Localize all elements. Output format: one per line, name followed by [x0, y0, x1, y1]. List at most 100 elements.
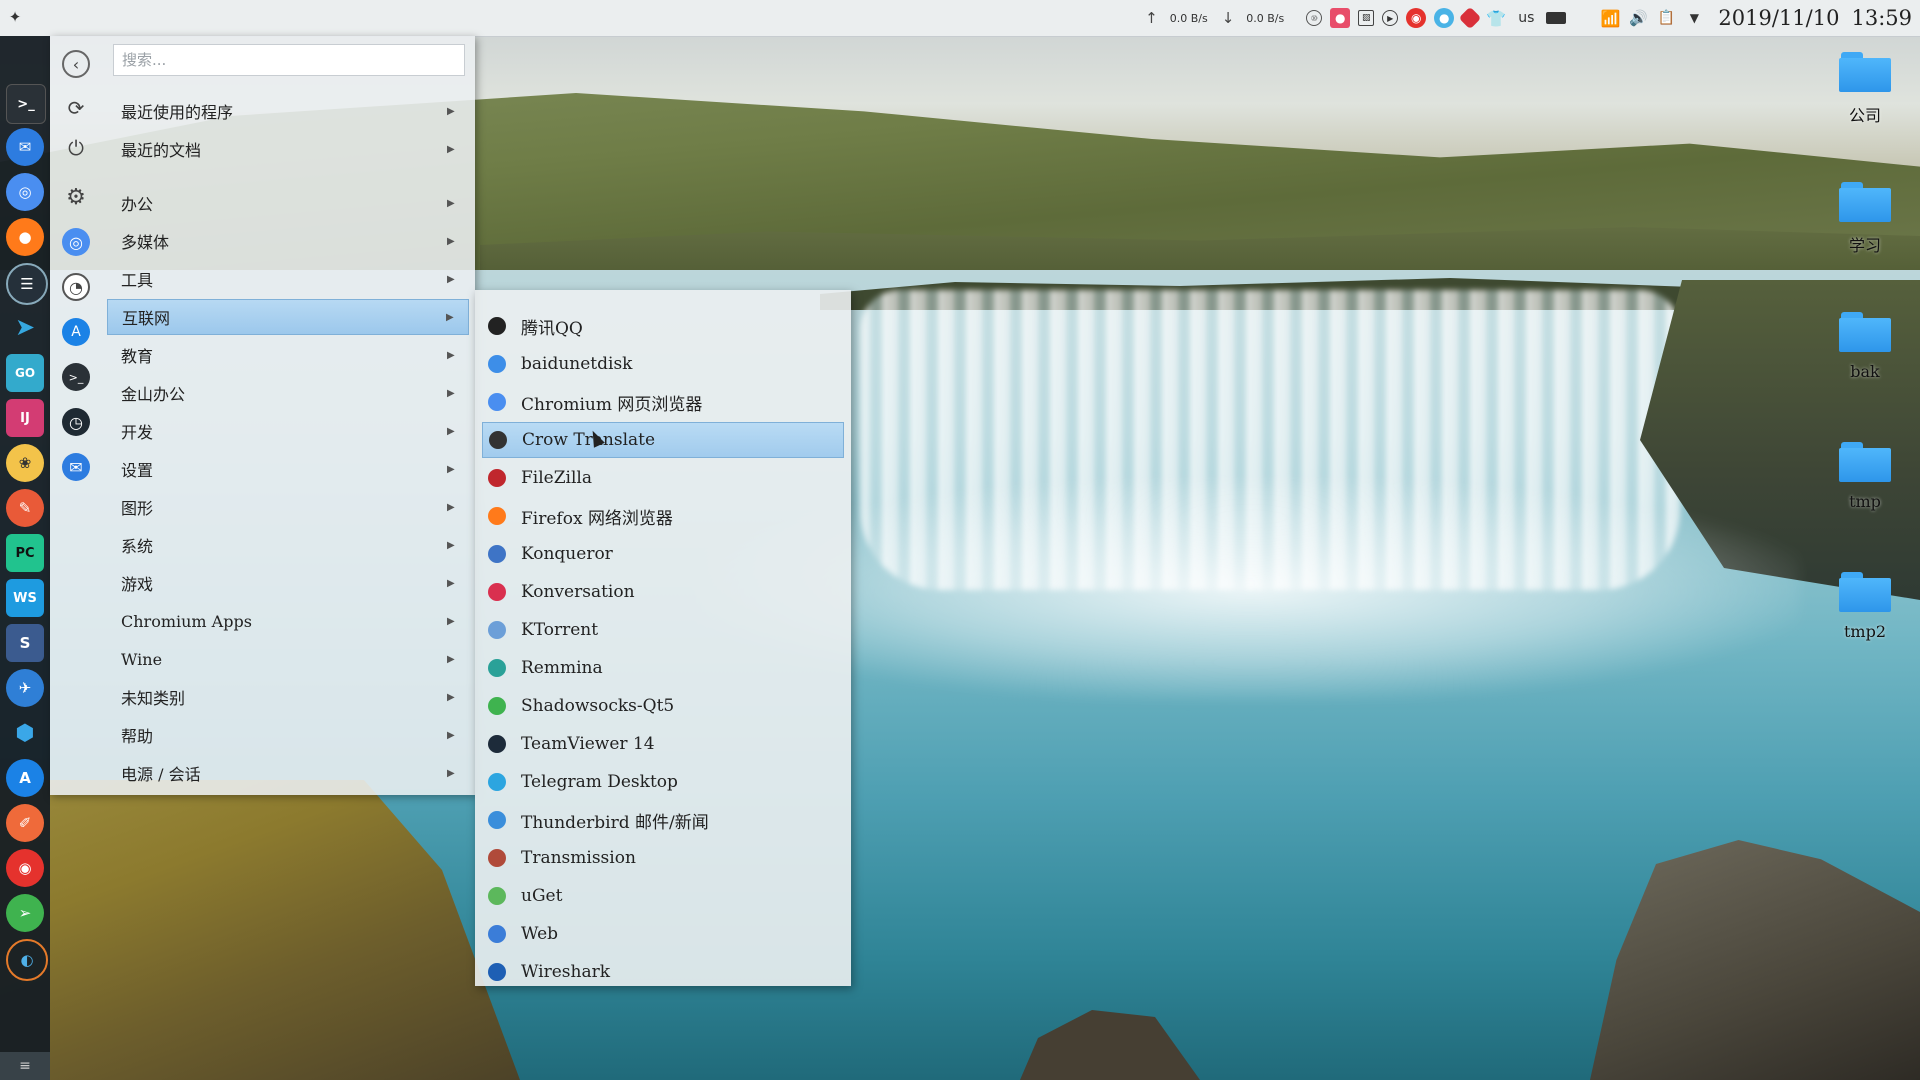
image-viewer-icon[interactable]: ▨ [1358, 10, 1375, 26]
netease-music-icon[interactable]: ◉ [1406, 8, 1427, 28]
desktop-folder[interactable]: tmp [1820, 442, 1910, 511]
refresh-icon[interactable]: ⟳ [62, 94, 90, 122]
chromium-icon[interactable]: ◎ [6, 173, 44, 211]
intellij-icon[interactable]: IJ [6, 399, 44, 437]
chevron-right-icon: ▶ [447, 615, 455, 627]
app-item[interactable]: baidunetdisk [482, 346, 844, 382]
app-item[interactable]: Transmission [482, 840, 844, 876]
category-item[interactable]: 电源 / 会话 ▶ [107, 755, 469, 791]
shirt-tray-icon[interactable]: 👕 [1486, 8, 1506, 28]
category-label: 图形 [121, 499, 154, 518]
category-item[interactable]: 帮助 ▶ [107, 717, 469, 753]
editor-icon[interactable]: ✐ [6, 804, 44, 842]
desktop-folder[interactable]: tmp2 [1820, 572, 1910, 641]
media-player-icon[interactable]: ▶ [1382, 10, 1399, 26]
messenger-tray-icon[interactable]: ● [1434, 8, 1455, 28]
tray-expand-icon[interactable]: ▼ [1684, 8, 1704, 28]
browser-icon[interactable]: ☰ [6, 263, 48, 305]
app-item[interactable]: Thunderbird 邮件/新闻 [482, 802, 844, 838]
system-tray: ↑ 0.0 B/s ↓ 0.0 B/s ⑩ ● ▨ ▶ ◉ ● 👕 us 📶 🔊… [1131, 0, 1920, 36]
app-store-icon[interactable]: A [62, 318, 90, 346]
terminal-icon[interactable]: >_ [6, 84, 46, 124]
app-store-icon[interactable]: A [6, 759, 44, 797]
settings-icon[interactable]: ⚙ [62, 183, 90, 211]
desktop-folder[interactable]: 学习 [1820, 182, 1910, 256]
goland-icon[interactable]: GO [6, 354, 44, 392]
app-item[interactable]: Crow Translate [482, 422, 844, 458]
safari-style-browser-icon[interactable]: ✈ [6, 669, 44, 707]
app-label: Web [521, 924, 559, 944]
back-icon[interactable]: ‹ [62, 50, 90, 78]
netease-music-icon[interactable]: ◉ [6, 849, 44, 887]
chromium-icon[interactable]: ◎ [62, 228, 90, 256]
app-item[interactable]: KTorrent [482, 612, 844, 648]
app-item[interactable]: Web [482, 916, 844, 952]
app-item[interactable]: TeamViewer 14 [482, 726, 844, 762]
app-item[interactable]: Telegram Desktop [482, 764, 844, 800]
webstorm-icon[interactable]: WS [6, 579, 44, 617]
desktop-folder[interactable]: 公司 [1820, 52, 1910, 126]
category-item[interactable]: 系统 ▶ [107, 527, 469, 563]
category-label: 互联网 [122, 309, 171, 328]
app-item[interactable]: Remmina [482, 650, 844, 686]
category-item[interactable]: 教育 ▶ [107, 337, 469, 373]
app-item[interactable]: Konqueror [482, 536, 844, 572]
thunderbird-icon[interactable]: ✉ [6, 128, 44, 166]
chevron-right-icon: ▶ [447, 767, 455, 779]
clock-icon[interactable]: ◔ [62, 273, 90, 301]
paw-app-icon[interactable]: ❀ [6, 444, 44, 482]
app-item[interactable]: Firefox 网络浏览器 [482, 498, 844, 534]
clipboard-icon[interactable]: 📋 [1656, 8, 1676, 28]
keyboard-layout[interactable]: us [1518, 10, 1534, 26]
app-item[interactable]: Wireshark [482, 954, 844, 990]
pen-app-icon[interactable]: ✎ [6, 489, 44, 527]
category-item[interactable]: Chromium Apps ▶ [107, 603, 469, 639]
app-item[interactable]: uGet [482, 878, 844, 914]
shadowsocks-icon [488, 697, 506, 715]
category-item[interactable]: 工具 ▶ [107, 261, 469, 297]
search-input[interactable] [113, 44, 465, 76]
telegram-icon[interactable]: ➤ [6, 308, 44, 346]
clock-time[interactable]: 13:59 [1851, 6, 1912, 30]
virtualbox-icon[interactable]: ⬢ [6, 714, 44, 752]
pycharm-icon[interactable]: PC [6, 534, 44, 572]
clock-date[interactable]: 2019/11/10 [1718, 6, 1839, 30]
category-item[interactable]: 办公 ▶ [107, 185, 469, 221]
app-item[interactable]: Chromium 网页浏览器 [482, 384, 844, 420]
category-item[interactable]: Wine ▶ [107, 641, 469, 677]
color-app-icon[interactable]: ◐ [6, 939, 48, 981]
battery-icon[interactable] [1546, 12, 1567, 24]
app-item[interactable]: 腾讯QQ [482, 308, 844, 344]
firefox-icon[interactable]: ● [6, 218, 44, 256]
power-icon[interactable]: ⏻ [62, 134, 90, 162]
volume-icon[interactable]: 🔊 [1628, 8, 1648, 28]
wifi-icon[interactable]: 📶 [1600, 8, 1620, 28]
folder-label: tmp [1849, 492, 1881, 511]
thunderbird-icon[interactable]: ✉ [62, 453, 90, 481]
app-item[interactable]: FileZilla [482, 460, 844, 496]
category-item[interactable]: 最近的文档 ▶ [107, 131, 469, 167]
category-item[interactable]: 游戏 ▶ [107, 565, 469, 601]
app-item[interactable]: Konversation [482, 574, 844, 610]
security-tray-icon[interactable] [1458, 6, 1482, 30]
desktop-folder[interactable]: bak [1820, 312, 1910, 381]
category-item[interactable]: 设置 ▶ [107, 451, 469, 487]
dock-menu-icon[interactable]: ≡ [0, 1052, 50, 1080]
folder-label: bak [1850, 362, 1880, 381]
category-item[interactable]: 金山办公 ▶ [107, 375, 469, 411]
paper-plane-icon[interactable]: ➢ [6, 894, 44, 932]
category-item[interactable]: 未知类别 ▶ [107, 679, 469, 715]
launcher-icon[interactable]: ✦ [4, 6, 26, 28]
app-label: Konversation [521, 582, 635, 602]
speedometer-icon[interactable]: ◷ [62, 408, 90, 436]
screen-recorder-icon[interactable]: ● [1330, 8, 1351, 28]
sublime-icon[interactable]: S [6, 624, 44, 662]
category-item[interactable]: 最近使用的程序 ▶ [107, 93, 469, 129]
terminal-icon[interactable]: >_ [62, 363, 90, 391]
app-item[interactable]: Shadowsocks-Qt5 [482, 688, 844, 724]
category-item[interactable]: 开发 ▶ [107, 413, 469, 449]
category-item[interactable]: 互联网 ▶ [107, 299, 469, 335]
category-item[interactable]: 多媒体 ▶ [107, 223, 469, 259]
category-item[interactable]: 图形 ▶ [107, 489, 469, 525]
tray-app-icon[interactable]: ⑩ [1306, 10, 1323, 26]
